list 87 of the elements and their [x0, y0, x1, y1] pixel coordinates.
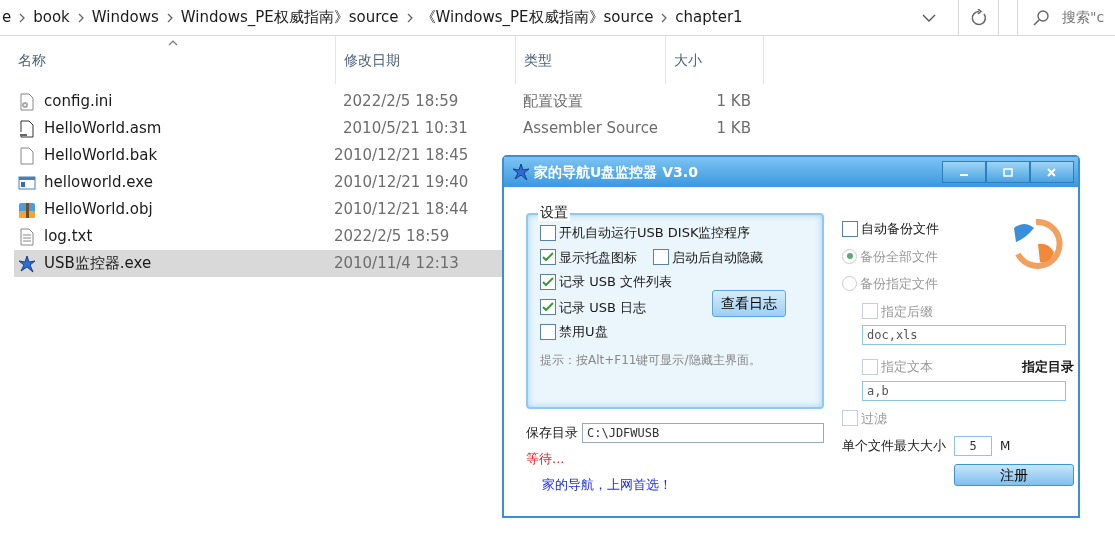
column-header[interactable]: 大小: [666, 36, 764, 84]
file-type: 配置设置: [522, 91, 584, 113]
save-dir-field[interactable]: C:\JDFWUSB: [582, 423, 824, 443]
option-label: 启动后自动隐藏: [672, 248, 763, 267]
checkbox[interactable]: [540, 273, 556, 290]
file-size: 1 KB: [715, 91, 751, 113]
file-date: 2010/5/21 10:31: [342, 118, 469, 140]
breadcrumb-segment[interactable]: e: [0, 6, 18, 29]
file-date: 2010/12/21 19:40: [332, 172, 470, 194]
maximize-button[interactable]: [986, 161, 1030, 183]
column-header[interactable]: 修改日期: [336, 36, 516, 84]
file-date: 2010/12/21 18:45: [332, 145, 470, 167]
minimize-icon: [959, 174, 969, 176]
settings-file-icon: [18, 92, 36, 111]
file-name[interactable]: HelloWorld.asm: [44, 117, 162, 140]
checkbox[interactable]: [540, 249, 556, 266]
option-label: 开机自动运行USB DISK监控程序: [559, 224, 751, 242]
breadcrumb-segment[interactable]: 《Windows_PE权威指南》source: [414, 6, 660, 29]
search-field[interactable]: 搜索"c: [1062, 7, 1115, 28]
checkbox[interactable]: [540, 323, 556, 340]
file-name[interactable]: HelloWorld.obj: [44, 198, 153, 221]
file-date: 2022/2/5 18:59: [342, 91, 460, 113]
text-file-icon: [18, 227, 36, 246]
checkbox[interactable]: [653, 249, 669, 266]
suffix-field: doc,xls: [862, 325, 1066, 345]
breadcrumb-segment[interactable]: Windows: [85, 6, 165, 29]
star-icon: [512, 163, 530, 181]
file-name[interactable]: helloworld.exe: [44, 171, 153, 194]
file-row[interactable]: log.txt 2022/2/5 18:59: [14, 223, 502, 250]
option-label: 过滤: [861, 409, 887, 428]
option-label: 自动备份文件: [861, 220, 939, 238]
asm-file-icon: [18, 119, 36, 138]
unit-label: M: [1000, 438, 1011, 455]
file-name[interactable]: HelloWorld.bak: [44, 144, 158, 167]
dropdown-icon[interactable]: [922, 12, 936, 23]
dialog-title: 家的导航U盘监控器 V3.0: [534, 162, 698, 182]
checkbox[interactable]: [540, 299, 556, 316]
option-label: 指定文本: [881, 358, 933, 376]
option-label: 显示托盘图标: [559, 248, 637, 267]
file-row[interactable]: HelloWorld.asm 2010/5/21 10:31 Assembler Source 1 KB: [14, 115, 774, 142]
hint-text: 提示：按Alt+F11键可显示/隐藏主界面。: [540, 351, 762, 369]
file-row[interactable]: config.ini 2022/2/5 18:59 配置设置 1 KB: [14, 88, 774, 115]
field-label: 保存目录: [526, 424, 578, 443]
file-row[interactable]: helloworld.exe 2010/12/21 19:40: [14, 169, 502, 196]
close-button[interactable]: [1030, 161, 1074, 183]
minimize-button[interactable]: [942, 161, 986, 183]
group-title: 设置: [538, 204, 570, 221]
view-log-button[interactable]: 查看日志: [712, 290, 786, 317]
option-label: 指定后缀: [881, 302, 933, 321]
column-header[interactable]: 类型: [516, 36, 666, 84]
file-date: 2010/11/4 12:13: [332, 253, 460, 275]
option-label: 备份指定文件: [860, 275, 938, 293]
column-header[interactable]: 名称: [14, 36, 336, 84]
file-date: 2022/2/5 18:59: [332, 226, 451, 248]
star-icon: [18, 254, 36, 273]
archive-icon: [18, 200, 36, 219]
file-type: Assembler Source: [522, 118, 660, 140]
maximize-icon: [1003, 168, 1013, 177]
file-size: 1 KB: [715, 118, 751, 140]
breadcrumb-segment[interactable]: chapter1: [669, 6, 749, 29]
file-date: 2010/12/21 18:44: [332, 199, 470, 221]
window-icon: [18, 173, 36, 192]
checkbox[interactable]: [842, 220, 858, 237]
status-text: 等待...: [526, 450, 566, 468]
dir-label: 指定目录: [1022, 358, 1074, 376]
slogan-link[interactable]: 家的导航，上网首选！: [542, 474, 824, 494]
option-label: 记录 USB 文件列表: [559, 273, 672, 291]
file-row[interactable]: HelloWorld.obj 2010/12/21 18:44: [14, 196, 502, 223]
file-icon: [18, 146, 36, 165]
file-name[interactable]: USB监控器.exe: [44, 252, 152, 275]
refresh-icon[interactable]: [969, 8, 988, 27]
file-name[interactable]: log.txt: [44, 225, 93, 248]
breadcrumb-segment[interactable]: Windows_PE权威指南》source: [174, 6, 405, 29]
option-label: 记录 USB 日志: [559, 298, 646, 317]
file-name[interactable]: config.ini: [44, 90, 113, 113]
field-label: 单个文件最大大小: [842, 437, 946, 456]
option-label: 备份全部文件: [860, 247, 938, 266]
search-icon: [1032, 8, 1050, 27]
size-field[interactable]: 5: [954, 436, 992, 456]
register-button[interactable]: 注册: [954, 464, 1074, 486]
option-label: 禁用U盘: [559, 323, 608, 341]
file-row[interactable]: HelloWorld.bak 2010/12/21 18:45: [14, 142, 502, 169]
file-row[interactable]: USB监控器.exe 2010/11/4 12:13: [14, 250, 502, 277]
breadcrumb-segment[interactable]: book: [27, 6, 76, 29]
close-icon: [1047, 168, 1056, 177]
checkbox[interactable]: [540, 224, 556, 241]
text-filter-field: a,b: [862, 380, 1066, 401]
